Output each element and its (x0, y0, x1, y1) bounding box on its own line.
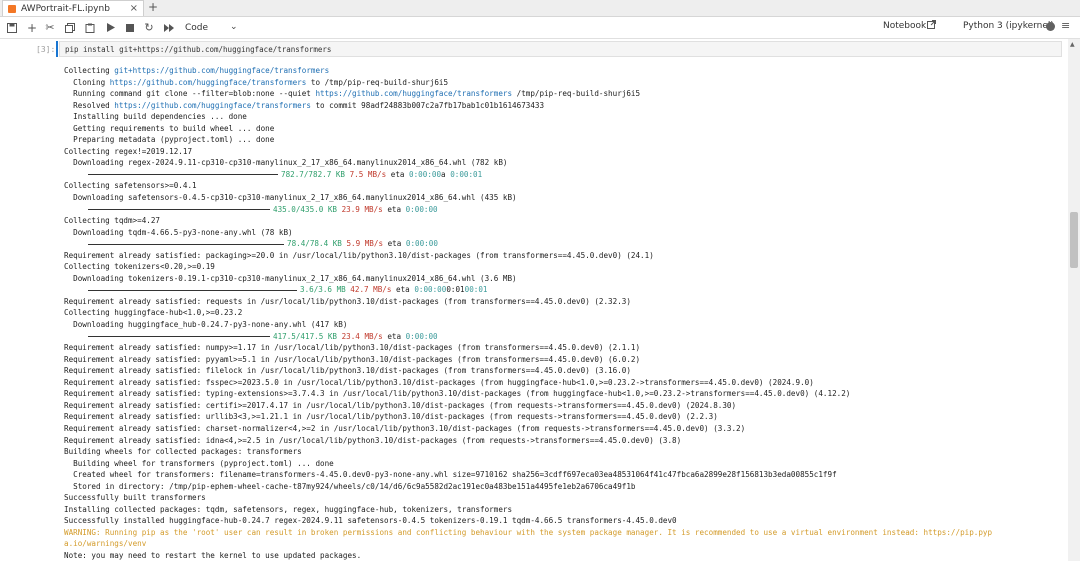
restart-icon[interactable]: ↻ (141, 20, 157, 35)
cut-icon[interactable]: ✂ (42, 20, 58, 35)
output-line: Requirement already satisfied: packaging… (64, 250, 654, 260)
output-line: Downloading regex-2024.9.11-cp310-cp310-… (64, 158, 508, 168)
scroll-up-icon[interactable]: ▲ (1070, 41, 1075, 48)
output-line: Collecting huggingface-hub<1.0,>=0.23.2 (64, 308, 243, 318)
output-line: Collecting regex!=2019.12.17 (64, 146, 193, 156)
output-line: Requirement already satisfied: certifi>=… (64, 400, 737, 410)
output-line: Resolved https://github.com/huggingface/… (64, 100, 545, 110)
output-line: Requirement already satisfied: numpy>=1.… (64, 343, 641, 353)
scrollbar[interactable] (1068, 39, 1080, 561)
output-line: Running command git clone --filter=blob:… (64, 89, 641, 99)
output-line: Downloading tokenizers-0.19.1-cp310-cp31… (64, 273, 517, 283)
notebook-panel: [3]: pip install git+https://github.com/… (0, 39, 1068, 561)
code-cell-input[interactable]: pip install git+https://github.com/huggi… (59, 41, 1062, 57)
paste-icon[interactable] (82, 20, 98, 35)
notebook-icon (8, 4, 16, 13)
cell-output: Collecting git+https://github.com/huggin… (64, 65, 1064, 561)
external-link-icon[interactable] (927, 20, 936, 32)
progress-bar (88, 243, 284, 245)
output-line: Successfully installed huggingface-hub-0… (64, 516, 677, 526)
progress-line: 3.6/3.6 MB 42.7 MB/s eta 0:00:000:0100:0… (64, 284, 1064, 296)
progress-bar (88, 174, 278, 176)
progress-bar (88, 209, 270, 211)
progress-line: 417.5/417.5 KB 23.4 MB/s eta 0:00:00 (64, 331, 1064, 343)
output-line: Requirement already satisfied: pyyaml>=5… (64, 354, 641, 364)
tab-notebook[interactable]: AWPortrait-FL.ipynb × (2, 0, 144, 16)
warning-line: a.io/warnings/venv (64, 539, 147, 549)
output-line: Requirement already satisfied: filelock … (64, 366, 631, 376)
output-line: Collecting tqdm>=4.27 (64, 216, 161, 226)
add-tab-icon[interactable]: + (148, 0, 158, 15)
output-line: Collecting safetensors>=0.4.1 (64, 181, 197, 191)
progress-line: 435.0/435.0 KB 23.9 MB/s eta 0:00:00 (64, 204, 1064, 216)
output-link[interactable]: https://github.com/huggingface/transform… (315, 89, 512, 98)
tab-bar: AWPortrait-FL.ipynb × + (0, 0, 1080, 17)
more-menu-icon[interactable]: ≡ (1061, 19, 1070, 32)
output-line: Note: you may need to restart the kernel… (64, 550, 362, 560)
output-line: Cloning https://github.com/huggingface/t… (64, 77, 449, 87)
output-line: Requirement already satisfied: idna<4,>=… (64, 435, 682, 445)
insert-cell-icon[interactable]: + (24, 20, 40, 35)
kernel-status-icon (1046, 22, 1055, 31)
progress-line: 782.7/782.7 KB 7.5 MB/s eta 0:00:00a 0:0… (64, 169, 1064, 181)
output-link[interactable]: git+https://github.com/huggingface/trans… (114, 66, 329, 75)
kernel-name[interactable]: Python 3 (ipykernel) (963, 21, 1054, 31)
output-link[interactable]: https://github.com/huggingface/transform… (110, 78, 307, 87)
output-line: Downloading safetensors-0.4.5-cp310-cp31… (64, 193, 517, 203)
cell-prompt: [3]: (36, 45, 56, 54)
output-line: Building wheel for transformers (pyproje… (64, 458, 334, 468)
progress-bar (88, 336, 270, 338)
stop-icon[interactable] (122, 20, 138, 35)
tab-label: AWPortrait-FL.ipynb (21, 3, 110, 14)
output-line: Stored in directory: /tmp/pip-ephem-whee… (64, 481, 636, 491)
output-line: Requirement already satisfied: requests … (64, 296, 631, 306)
copy-icon[interactable] (62, 20, 78, 35)
output-line: Collecting tokenizers<0.20,>=0.19 (64, 262, 215, 272)
output-line: Downloading huggingface_hub-0.24.7-py3-n… (64, 320, 348, 330)
warning-line: WARNING: Running pip as the 'root' user … (64, 527, 993, 537)
close-icon[interactable]: × (130, 3, 138, 15)
output-line: Created wheel for transformers: filename… (64, 470, 837, 480)
output-line: Preparing metadata (pyproject.toml) ... … (64, 135, 275, 145)
output-line: Requirement already satisfied: charset-n… (64, 423, 746, 433)
output-line: Installing collected packages: tqdm, saf… (64, 504, 513, 514)
code-text[interactable]: pip install git+https://github.com/huggi… (65, 45, 331, 54)
notebook-label[interactable]: Notebook (883, 21, 926, 31)
progress-line: 78.4/78.4 KB 5.9 MB/s eta 0:00:00 (64, 238, 1064, 250)
output-line: Getting requirements to build wheel ... … (64, 123, 275, 133)
scrollbar-thumb[interactable] (1070, 212, 1078, 268)
output-line: Requirement already satisfied: urllib3<3… (64, 412, 718, 422)
cell-type-select[interactable]: Code (185, 20, 208, 35)
fast-forward-icon[interactable] (161, 20, 177, 35)
chevron-down-icon[interactable]: ⌄ (230, 20, 238, 35)
output-link[interactable]: https://github.com/huggingface/transform… (114, 101, 311, 110)
output-line: Building wheels for collected packages: … (64, 447, 302, 457)
progress-bar (88, 289, 297, 291)
output-line: Installing build dependencies ... done (64, 112, 247, 122)
save-icon[interactable] (4, 20, 20, 35)
output-line: Requirement already satisfied: typing-ex… (64, 389, 851, 399)
notebook-toolbar: + ✂ ↻ Code ⌄ Notebook Python 3 (ipykerne… (0, 17, 1080, 39)
output-line: Requirement already satisfied: fsspec>=2… (64, 377, 814, 387)
output-line: Successfully built transformers (64, 493, 206, 503)
active-cell-indicator (56, 41, 58, 57)
output-line: Downloading tqdm-4.66.5-py3-none-any.whl… (64, 227, 293, 237)
output-line: Collecting git+https://github.com/huggin… (64, 66, 330, 75)
run-icon[interactable] (103, 20, 119, 35)
